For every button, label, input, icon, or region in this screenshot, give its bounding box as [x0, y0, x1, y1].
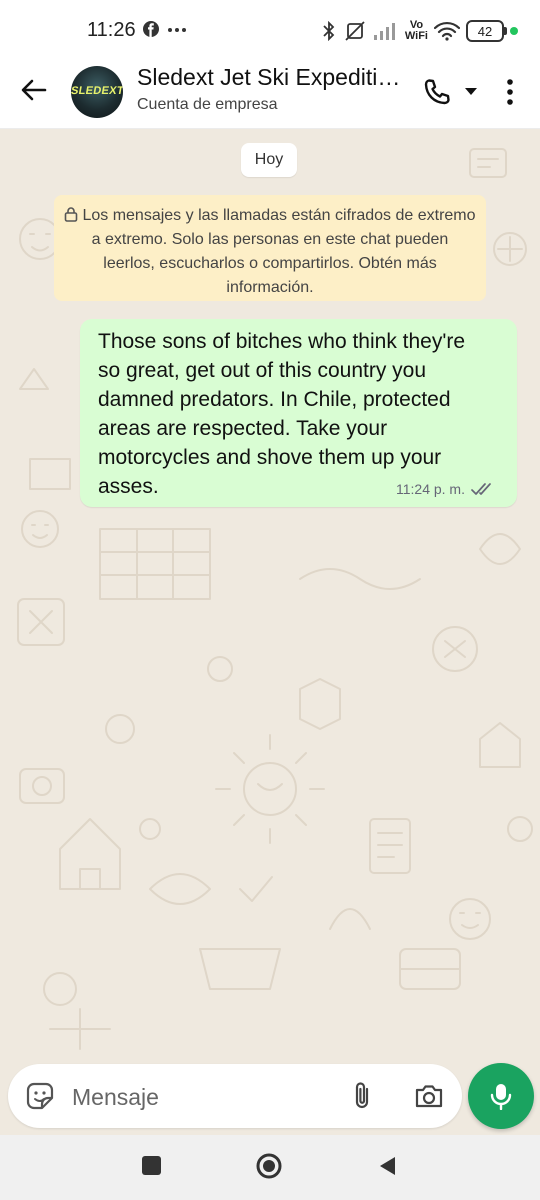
- outgoing-message-bubble[interactable]: Those sons of bitches who think they're …: [80, 319, 517, 507]
- nav-back-button[interactable]: [377, 1155, 397, 1177]
- contact-subtitle: Cuenta de empresa: [137, 96, 278, 113]
- wifi-icon: [434, 21, 460, 41]
- status-time: 11:26: [87, 19, 136, 41]
- date-chip: Hoy: [241, 143, 297, 177]
- mute-icon: [345, 21, 365, 41]
- caret-down-icon[interactable]: [462, 84, 480, 98]
- more-vert-icon[interactable]: [500, 76, 520, 108]
- chat-area[interactable]: Hoy Los mensajes y las llamadas están ci…: [0, 129, 540, 1064]
- status-right-icons: Vo WiFi 42: [321, 18, 518, 44]
- more-dots-icon: [168, 28, 186, 32]
- back-arrow-icon[interactable]: [18, 74, 50, 106]
- lock-icon: [65, 207, 78, 222]
- mic-button[interactable]: [468, 1063, 534, 1129]
- recents-button[interactable]: [142, 1156, 161, 1175]
- battery-icon: 42: [466, 20, 507, 42]
- signal-icon: [373, 23, 395, 40]
- green-dot-indicator: [510, 27, 518, 35]
- paperclip-icon[interactable]: [348, 1080, 378, 1112]
- vowifi-label: Vo WiFi: [404, 19, 428, 42]
- sticker-icon[interactable]: [25, 1081, 55, 1111]
- home-button[interactable]: [255, 1152, 283, 1180]
- camera-icon[interactable]: [413, 1081, 445, 1111]
- message-input[interactable]: [70, 1078, 334, 1116]
- chat-header: SLEDEXT Sledext Jet Ski Expediti… Cuenta…: [0, 60, 540, 129]
- avatar-logo-text: SLEDEXT: [71, 85, 123, 97]
- mic-icon: [490, 1084, 512, 1110]
- encryption-notice[interactable]: Los mensajes y las llamadas están cifrad…: [54, 195, 486, 301]
- message-time: 11:24 p. m.: [395, 481, 465, 497]
- encryption-notice-text: Los mensajes y las llamadas están cifrad…: [82, 207, 476, 296]
- message-text: Those sons of bitches who think they're …: [98, 330, 466, 498]
- facebook-icon: [143, 21, 159, 37]
- contact-name[interactable]: Sledext Jet Ski Expediti…: [137, 64, 417, 91]
- message-meta: 11:24 p. m.: [396, 481, 495, 497]
- read-receipt-icon: [471, 483, 491, 495]
- avatar[interactable]: SLEDEXT: [71, 66, 123, 118]
- phone-icon[interactable]: [422, 77, 452, 107]
- bluetooth-icon: [323, 21, 335, 41]
- status-bar: 11:26 Vo WiFi 42: [0, 0, 540, 60]
- status-left-icons: [142, 20, 192, 45]
- message-composer: [8, 1064, 462, 1128]
- system-nav-bar: [0, 1135, 540, 1200]
